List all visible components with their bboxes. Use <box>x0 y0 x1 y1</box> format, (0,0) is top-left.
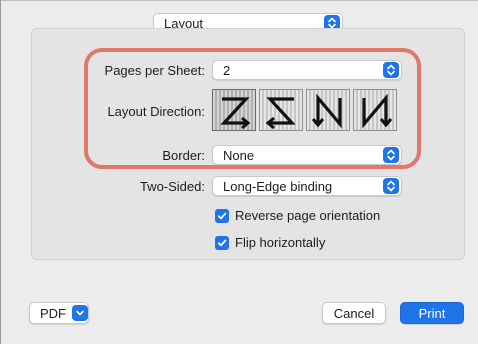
flip-horizontally-checkbox[interactable]: Flip horizontally <box>215 235 325 250</box>
cancel-button-label: Cancel <box>333 305 375 321</box>
two-sided-value: Long-Edge binding <box>223 178 333 194</box>
reverse-orientation-label: Reverse page orientation <box>235 208 381 223</box>
cancel-button[interactable]: Cancel <box>322 302 386 324</box>
reverse-orientation-checkbox[interactable]: Reverse page orientation <box>215 208 380 223</box>
print-button[interactable]: Print <box>400 302 464 324</box>
pdf-menu-button[interactable]: PDF <box>29 302 89 324</box>
checkmark-icon <box>215 235 229 250</box>
pdf-button-label: PDF <box>40 305 66 321</box>
two-sided-label: Two-Sided: <box>139 179 205 194</box>
annotation-highlight <box>84 48 421 169</box>
chevron-updown-icon <box>383 178 399 194</box>
two-sided-popup[interactable]: Long-Edge binding <box>212 176 402 196</box>
print-button-label: Print <box>418 305 446 321</box>
print-dialog: Layout Pages per Sheet: 2 Layout Directi… <box>0 0 478 344</box>
checkmark-icon <box>215 208 229 223</box>
flip-horizontally-label: Flip horizontally <box>235 235 326 250</box>
dialog-top-edge <box>1 0 478 1</box>
chevron-down-icon <box>72 305 88 321</box>
